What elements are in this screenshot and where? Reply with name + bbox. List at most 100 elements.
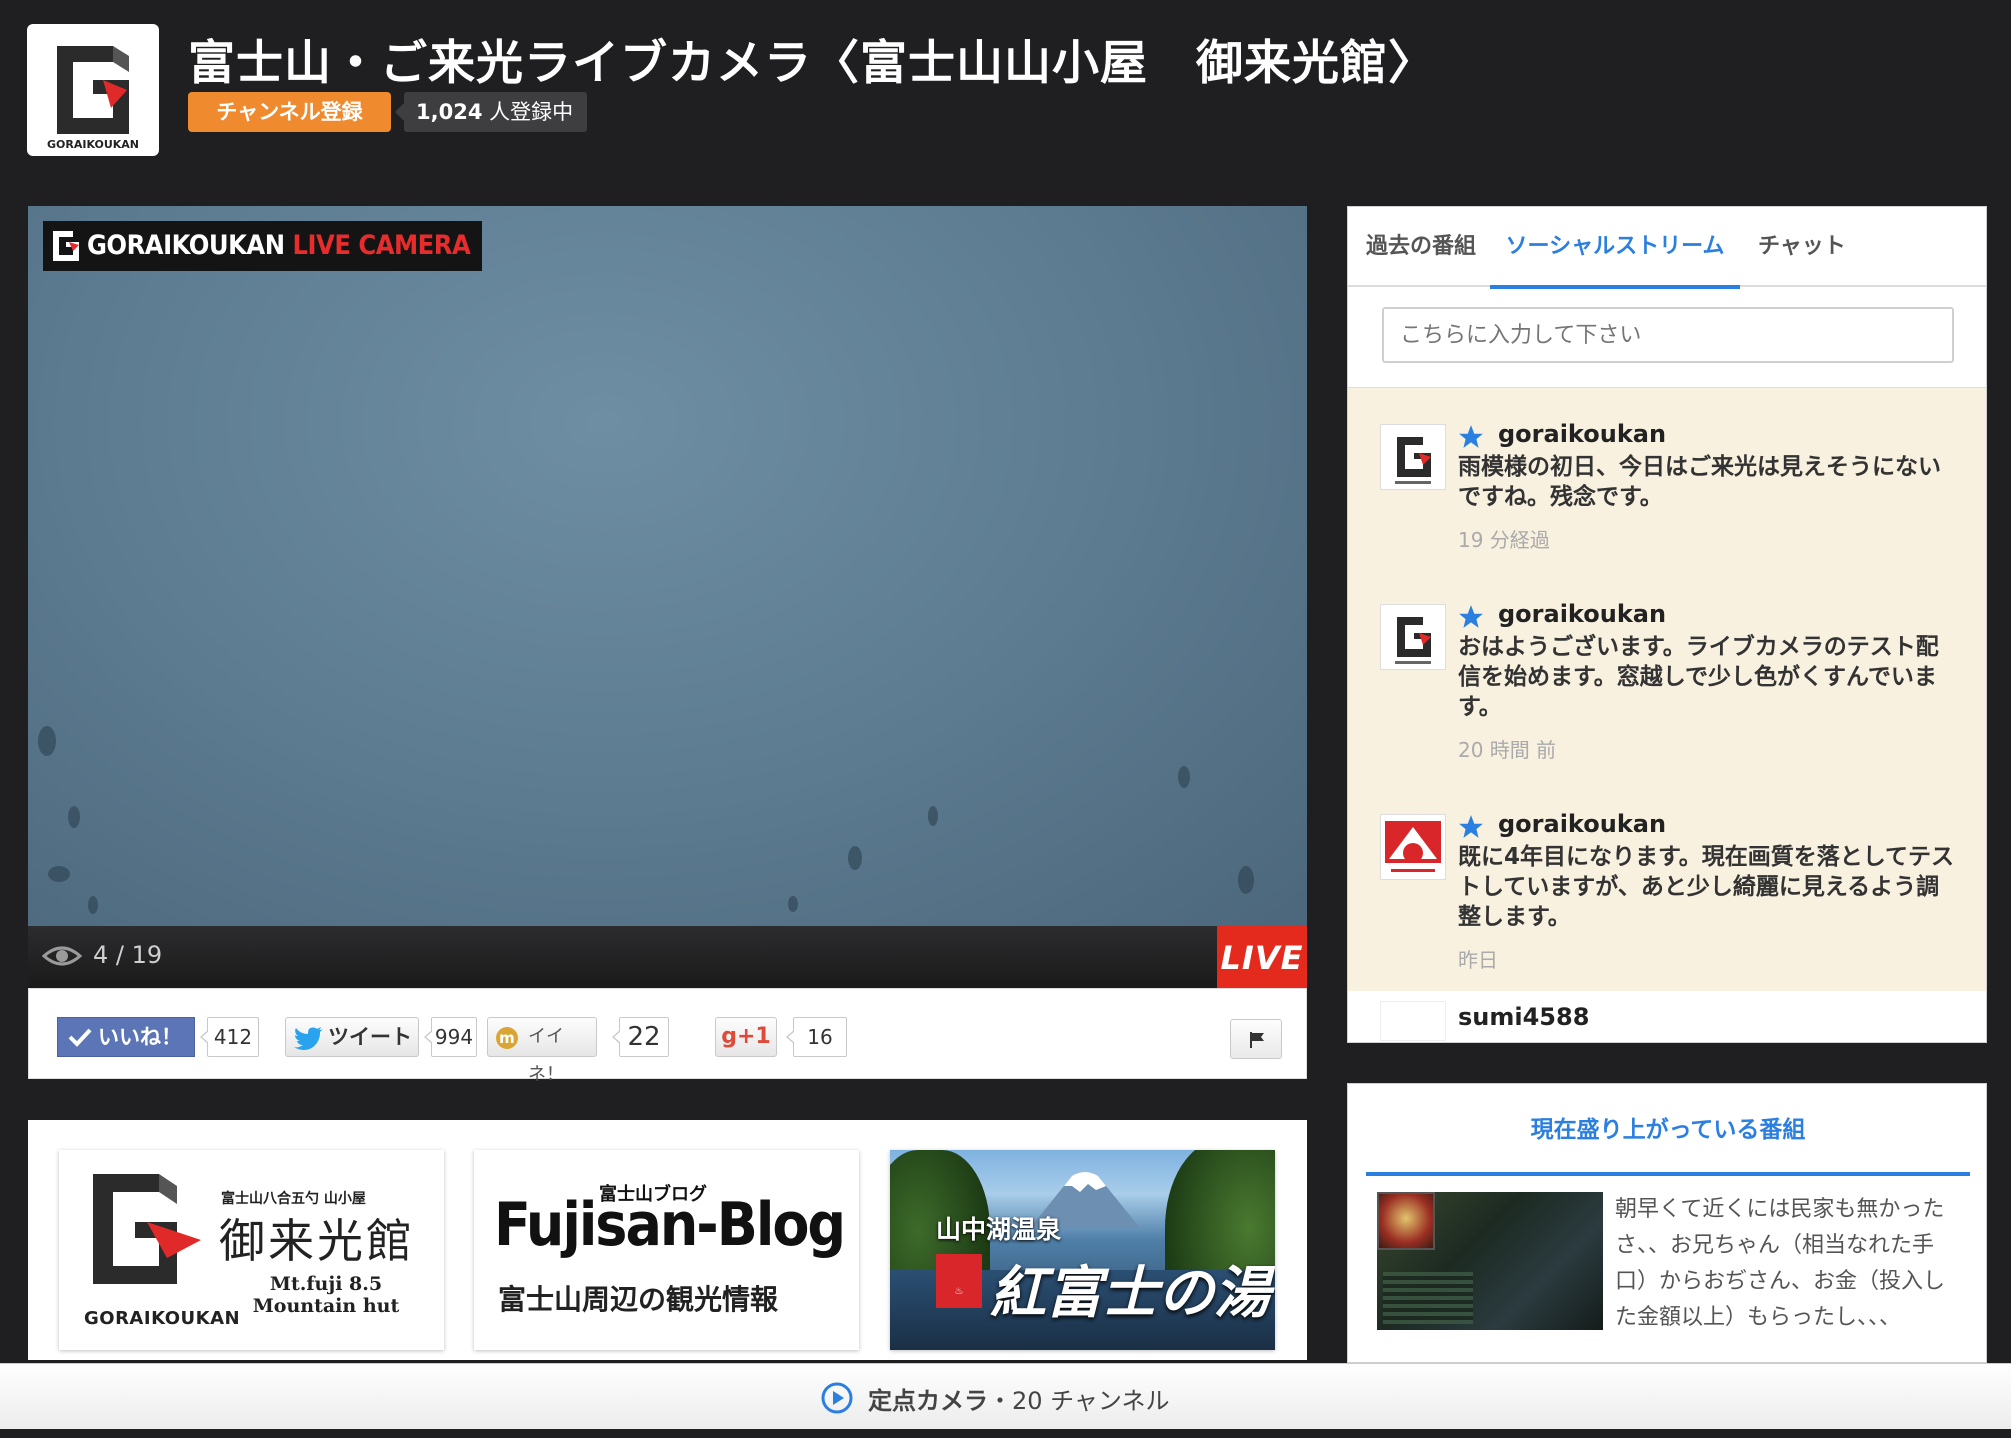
- avatar[interactable]: [1380, 1001, 1446, 1041]
- stream-post-input[interactable]: [1382, 307, 1954, 363]
- mixi-count: 22: [612, 1017, 669, 1057]
- banner-blog-title: Fujisan-Blog: [494, 1190, 846, 1260]
- benifuji-onsen-banner[interactable]: 山中湖温泉 ♨ 紅富士の湯: [890, 1150, 1275, 1350]
- flag-icon: [1250, 1032, 1264, 1048]
- goraikoukan-logo-icon: [1395, 437, 1431, 484]
- post-username[interactable]: sumi4588: [1458, 1003, 1589, 1031]
- raindrop: [928, 806, 938, 826]
- raindrop: [48, 866, 70, 882]
- badge-live-camera: LIVE CAMERA: [292, 230, 471, 261]
- streamer-avatar: [1377, 1192, 1435, 1250]
- onsen-mark-icon: ♨: [936, 1254, 982, 1308]
- tab-chat[interactable]: チャット: [1758, 207, 1846, 287]
- banner-hut-english-line1: Mt.fuji 8.5: [269, 1273, 383, 1295]
- raindrop: [848, 846, 862, 870]
- banner-hut-english: Mt.fuji 8.5 Mountain hut: [251, 1273, 401, 1317]
- tweet-count: 994: [424, 1017, 477, 1057]
- goraikoukan-hut-banner[interactable]: 富士山八合五勺 山小屋 御来光館 Mt.fuji 8.5 Mountain hu…: [59, 1150, 444, 1350]
- channel-count: 20 チャンネル: [1012, 1387, 1170, 1415]
- avatar[interactable]: [1380, 424, 1446, 490]
- post-username[interactable]: goraikoukan: [1498, 600, 1666, 628]
- trending-title: 現在盛り上がっている番組: [1366, 1084, 1970, 1176]
- play-circle-icon: [821, 1382, 853, 1414]
- avatar[interactable]: [1380, 604, 1446, 670]
- sunrise-logo-icon: [1385, 821, 1441, 872]
- report-flag-button[interactable]: [1230, 1019, 1282, 1059]
- video-player[interactable]: GORAIKOUKAN LIVE CAMERA 4 / 19 LIVE: [28, 206, 1307, 988]
- eye-icon: [42, 946, 82, 966]
- banner-onsen-name: 紅富士の湯: [990, 1260, 1270, 1326]
- banner-hut-name: 御来光館: [219, 1214, 415, 1268]
- social-stream-panel: 過去の番組 ソーシャルストリーム チャット goraikoukan 雨模様の初日…: [1347, 206, 1987, 1043]
- twitter-bird-icon: [294, 1027, 323, 1050]
- player-control-bar: 4 / 19 LIVE: [28, 926, 1307, 988]
- facebook-like-button[interactable]: いいね！: [57, 1017, 195, 1057]
- raindrop: [88, 896, 98, 914]
- trending-programs-panel: 現在盛り上がっている番組 朝早くて近くには民家も無かったさ、、お兄ちゃん（相当な…: [1347, 1083, 1987, 1363]
- tweet-button[interactable]: ツイート: [285, 1017, 419, 1057]
- star-icon: [1459, 425, 1483, 448]
- post-timestamp: 19 分経過: [1458, 528, 1550, 552]
- banner-hut-english-line2: Mountain hut: [252, 1295, 400, 1317]
- google-plus-button[interactable]: g+1: [715, 1017, 777, 1057]
- channel-logo[interactable]: GORAIKOUKAN: [27, 24, 159, 156]
- fixed-camera-bar[interactable]: 定点カメラ・20 チャンネル: [0, 1363, 2011, 1429]
- mixi-iine-button[interactable]: m イイネ！: [487, 1017, 597, 1085]
- post-text: 雨模様の初日、今日はご来光は見えそうにないですね。残念です。: [1458, 454, 1941, 510]
- tab-past-programs[interactable]: 過去の番組: [1366, 207, 1476, 287]
- tweet-label: ツイート: [328, 1025, 412, 1049]
- goraikoukan-logo-icon: GORAIKOUKAN: [47, 46, 139, 151]
- star-icon: [1459, 815, 1483, 838]
- post-text: 既に4年目になります。現在画質を落としてテストしていますが、あと少し綺麗に見える…: [1458, 844, 1955, 930]
- goraikoukan-logo-icon: [93, 1174, 201, 1284]
- gplus-count: 16: [786, 1017, 847, 1057]
- sponsor-banner-strip: 富士山八合五勺 山小屋 御来光館 Mt.fuji 8.5 Mountain hu…: [28, 1120, 1307, 1360]
- like-count: 412: [200, 1017, 259, 1057]
- post-timestamp: 20 時間 前: [1458, 738, 1557, 762]
- banner-hut-logo-text: GORAIKOUKAN: [84, 1308, 241, 1329]
- raindrop: [788, 896, 798, 912]
- like-label: いいね！: [98, 1025, 182, 1049]
- live-badge: LIVE: [1217, 926, 1307, 988]
- subscriber-count: 1,024 人登録中: [394, 92, 588, 132]
- check-icon: [68, 1028, 92, 1047]
- badge-brand: GORAIKOUKAN: [87, 230, 285, 261]
- channel-title: 富士山・ご来光ライブカメラ〈富士山山小屋 御来光館〉: [188, 36, 1436, 91]
- fujisan-blog-banner[interactable]: 富士山ブログ Fujisan-Blog 富士山周辺の観光情報: [474, 1150, 859, 1350]
- trending-description[interactable]: 朝早くて近くには民家も無かったさ、、お兄ちゃん（相当なれた手口）からおぢさん、お…: [1615, 1192, 1945, 1336]
- share-bar: いいね！ 412 ツイート 994 m イイネ！ 22 g+1 16: [28, 988, 1307, 1085]
- tab-social-stream[interactable]: ソーシャルストリーム: [1490, 207, 1740, 289]
- goraikoukan-g-icon: [53, 231, 79, 261]
- post-timestamp: 昨日: [1458, 948, 1498, 972]
- raindrop: [68, 806, 80, 828]
- video-frame[interactable]: GORAIKOUKAN LIVE CAMERA: [28, 206, 1307, 926]
- live-camera-badge: GORAIKOUKAN LIVE CAMERA: [43, 221, 483, 271]
- banner-onsen-title: 山中湖温泉: [936, 1215, 1062, 1244]
- post-text: おはようございます。ライブカメラのテスト配信を始めます。窓越しで少し色がくすんで…: [1458, 634, 1939, 720]
- trending-thumbnail[interactable]: [1377, 1192, 1603, 1330]
- subscriber-suffix: 人登録中: [489, 100, 574, 124]
- side-tabs: 過去の番組 ソーシャルストリーム チャット: [1348, 207, 1986, 289]
- svg-text:GORAIKOUKAN: GORAIKOUKAN: [47, 138, 139, 151]
- raindrop: [38, 726, 56, 756]
- mixi-icon: m: [496, 1027, 518, 1049]
- viewer-count: 4 / 19: [93, 941, 163, 969]
- separator: ・: [988, 1387, 1012, 1415]
- avatar[interactable]: [1380, 814, 1446, 880]
- fixed-camera-title: 定点カメラ: [868, 1387, 988, 1415]
- mixi-label: イイネ！: [528, 1026, 564, 1085]
- stream-post: sumi4588: [1348, 991, 1986, 1042]
- goraikoukan-logo-icon: [1395, 617, 1431, 664]
- raindrop: [1238, 866, 1254, 894]
- subscriber-number: 1,024: [416, 100, 483, 124]
- star-icon: [1459, 605, 1483, 628]
- stream-list: goraikoukan 雨模様の初日、今日はご来光は見えそうにないですね。残念で…: [1348, 387, 1986, 1042]
- raindrop: [1178, 766, 1190, 788]
- game-ui: [1383, 1272, 1473, 1324]
- subscribe-button[interactable]: チャンネル登録: [188, 92, 391, 132]
- fixed-camera-label: 定点カメラ・20 チャンネル: [868, 1381, 1169, 1416]
- page-edge: [0, 1429, 2011, 1438]
- post-username[interactable]: goraikoukan: [1498, 420, 1666, 448]
- banner-blog-desc: 富士山周辺の観光情報: [498, 1283, 779, 1316]
- post-username[interactable]: goraikoukan: [1498, 810, 1666, 838]
